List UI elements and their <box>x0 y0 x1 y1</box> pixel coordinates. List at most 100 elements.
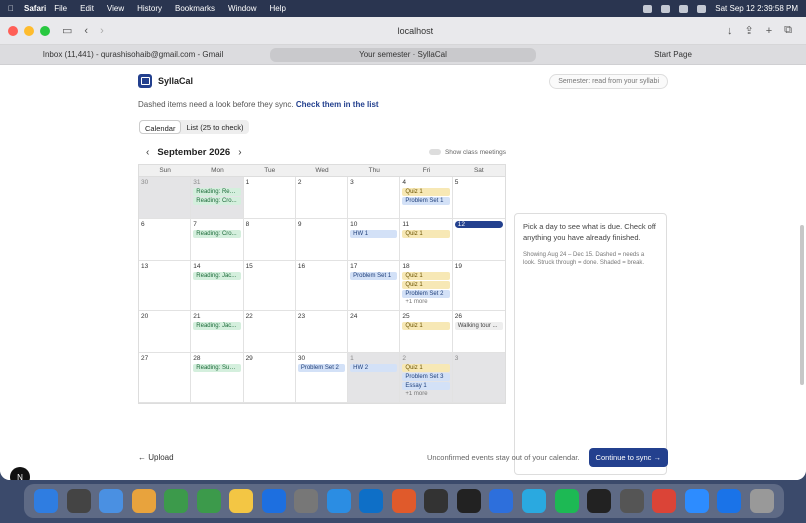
day-cell[interactable]: 12 <box>452 219 505 261</box>
day-cell[interactable]: 20 <box>139 311 192 353</box>
chrome-icon[interactable] <box>652 489 677 513</box>
download-icon[interactable]: ↓ <box>727 25 733 37</box>
control-center-icon[interactable] <box>697 4 707 13</box>
day-cell[interactable]: 1 <box>243 177 296 219</box>
event-chip[interactable]: Reading: Sug... <box>193 364 241 372</box>
sidebar-toggle-icon[interactable]: ▭ <box>62 24 72 37</box>
day-cell[interactable]: 26 Walking tour ... <box>452 311 505 353</box>
day-cell[interactable]: 23 <box>295 311 349 353</box>
mail-icon[interactable] <box>99 489 124 513</box>
safari-icon[interactable] <box>326 489 351 513</box>
settings-icon[interactable] <box>294 489 319 513</box>
day-cell[interactable]: 3 <box>452 353 505 403</box>
cursor-icon[interactable] <box>424 489 449 513</box>
day-cell[interactable]: 15 <box>243 261 296 311</box>
day-cell[interactable]: 30 <box>139 177 192 219</box>
day-cell[interactable]: 27 <box>139 353 192 403</box>
day-cell[interactable]: 8 <box>243 219 296 261</box>
menubar-app-name[interactable]: Safari <box>24 4 46 13</box>
check-list-link[interactable]: Check them in the list <box>296 100 379 109</box>
event-chip[interactable]: Reading: Jac... <box>193 322 241 330</box>
upload-back-button[interactable]: ← Upload <box>138 453 174 462</box>
day-cell[interactable]: 19 <box>452 261 505 311</box>
apple-icon[interactable]:  <box>8 4 14 13</box>
share-icon[interactable]: ⇪ <box>744 24 753 37</box>
scrollbar[interactable] <box>800 225 804 385</box>
bitwarden-icon[interactable] <box>489 489 514 513</box>
event-chip[interactable]: Problem Set 2 <box>297 364 346 372</box>
spotify-icon[interactable] <box>554 489 579 513</box>
wifi-icon[interactable] <box>661 4 671 13</box>
class-meetings-toggle[interactable]: Show class meetings <box>428 149 506 156</box>
event-chip[interactable]: Problem Set 2 <box>402 290 450 298</box>
trash-icon[interactable] <box>749 489 774 513</box>
tab-syllacal[interactable]: Your semester · SyllaCal <box>270 47 536 62</box>
day-cell[interactable]: 29 <box>243 353 296 403</box>
forward-icon[interactable]: › <box>100 25 104 37</box>
chatgpt-icon[interactable] <box>587 489 612 513</box>
day-cell[interactable]: 21 Reading: Jac... <box>191 311 244 353</box>
day-cell[interactable]: 17 Problem Set 1 <box>348 261 401 311</box>
menu-view[interactable]: View <box>107 4 124 13</box>
menu-history[interactable]: History <box>137 4 162 13</box>
day-cell[interactable]: 28 Reading: Sug... <box>191 353 244 403</box>
day-cell[interactable]: 16 <box>295 261 349 311</box>
quicktime-icon[interactable] <box>717 489 742 513</box>
more-events-link[interactable]: +1 more <box>402 299 449 306</box>
search-icon[interactable] <box>679 4 689 13</box>
facetime-icon[interactable] <box>196 489 221 513</box>
menu-bookmarks[interactable]: Bookmarks <box>175 4 215 13</box>
close-window-icon[interactable] <box>8 25 18 36</box>
next-devtools-icon[interactable]: N <box>10 467 30 480</box>
new-tab-icon[interactable]: + <box>766 25 772 37</box>
day-cell[interactable]: 25 Quiz 1 <box>400 311 453 353</box>
event-chip[interactable]: Reading: Res... <box>193 188 241 196</box>
day-cell[interactable]: 4 Quiz 1 Problem Set 1 <box>400 177 453 219</box>
event-chip[interactable]: Walking tour ... <box>454 322 503 330</box>
day-cell[interactable]: 31 Reading: Res... Reading: Cro... <box>191 177 244 219</box>
next-month-button[interactable]: › <box>238 147 241 158</box>
back-icon[interactable]: ‹ <box>84 25 88 37</box>
event-chip[interactable]: Quiz 1 <box>402 230 450 238</box>
tab-gmail[interactable]: Inbox (11,441) - qurashisohaib@gmail.com… <box>0 45 266 64</box>
event-chip[interactable]: Problem Set 3 <box>402 373 450 381</box>
tab-calendar[interactable]: Calendar <box>139 120 182 134</box>
launchpad-icon[interactable] <box>66 489 91 513</box>
notes-icon[interactable] <box>229 489 254 513</box>
day-cell[interactable]: 14 Reading: Jac... <box>191 261 244 311</box>
day-cell[interactable]: 2 <box>295 177 349 219</box>
day-cell[interactable]: 22 <box>243 311 296 353</box>
menu-window[interactable]: Window <box>228 4 256 13</box>
xcode-icon[interactable] <box>521 489 546 513</box>
event-chip[interactable]: Reading: Jac... <box>193 272 241 280</box>
day-cell[interactable]: 7 Reading: Cro... <box>191 219 244 261</box>
event-chip[interactable]: Reading: Cro... <box>193 230 241 238</box>
day-cell[interactable]: 3 <box>348 177 401 219</box>
day-cell[interactable]: 18 Quiz 1 Quiz 1 Problem Set 2 +1 more <box>400 261 453 311</box>
event-chip[interactable]: Essay 1 <box>402 382 450 390</box>
menu-help[interactable]: Help <box>269 4 285 13</box>
menubar-clock[interactable]: Sat Sep 12 2:39:58 PM <box>715 4 798 13</box>
day-cell[interactable]: 5 <box>452 177 505 219</box>
day-cell[interactable]: 13 <box>139 261 192 311</box>
app-store-icon[interactable] <box>261 489 286 513</box>
messages-icon[interactable] <box>164 489 189 513</box>
event-chip[interactable]: HW 1 <box>350 230 398 238</box>
semester-badge[interactable]: Semester: read from your syllabi <box>549 73 668 89</box>
more-events-link[interactable]: +1 more <box>402 391 449 398</box>
zoom-icon[interactable] <box>684 489 709 513</box>
day-cell[interactable]: 30 Problem Set 2 <box>295 353 349 403</box>
github-icon[interactable] <box>456 489 481 513</box>
vscode-icon[interactable] <box>359 489 384 513</box>
day-cell[interactable]: 6 <box>139 219 192 261</box>
zoom-window-icon[interactable] <box>40 25 50 36</box>
battery-icon[interactable] <box>643 4 653 13</box>
event-chip[interactable]: Quiz 1 <box>402 188 450 196</box>
event-chip[interactable]: Reading: Cro... <box>193 197 241 205</box>
day-cell[interactable]: 10 HW 1 <box>348 219 401 261</box>
event-chip[interactable]: Quiz 1 <box>402 364 450 372</box>
day-cell[interactable]: 24 <box>348 311 401 353</box>
tab-list[interactable]: List (25 to check) <box>181 120 248 134</box>
day-cell[interactable]: 11 Quiz 1 <box>400 219 453 261</box>
tab-start-page[interactable]: Start Page <box>540 45 806 64</box>
